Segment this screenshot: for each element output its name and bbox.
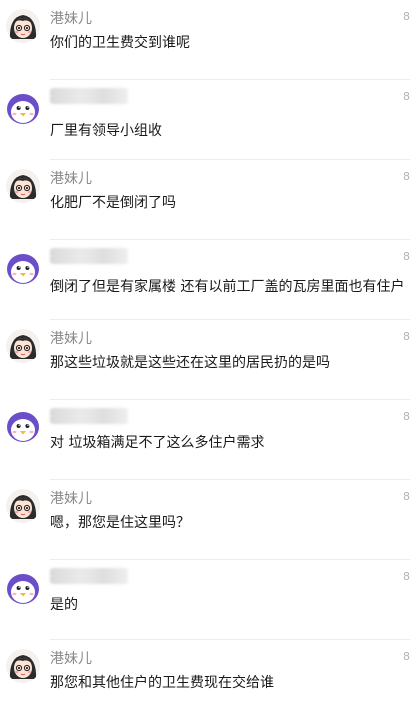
comment-date: 8 [403, 650, 410, 663]
girl-avatar-icon[interactable] [6, 9, 40, 43]
comment-text: 厂里有领导小组收 [50, 123, 162, 139]
user-name[interactable]: 港妹儿 [50, 8, 92, 28]
comment-item: 8 倒闭了但是有家属楼 还有以前工厂盖的瓦房里面也有住户 [0, 240, 410, 320]
comment-date: 8 [403, 570, 410, 583]
comment-text: 那您和其他住户的卫生费现在交给谁 [50, 675, 274, 691]
penguin-avatar-icon[interactable] [6, 570, 40, 604]
user-name[interactable]: 港妹儿 [50, 648, 92, 668]
comment-date: 8 [403, 330, 410, 343]
comment-item: 8 是的 [0, 560, 410, 640]
comment-date: 8 [403, 250, 410, 263]
comment-text: 倒闭了但是有家属楼 还有以前工厂盖的瓦房里面也有住户 [50, 279, 405, 295]
comment-item: 8 厂里有领导小组收 [0, 80, 410, 160]
comment-text: 你们的卫生费交到谁呢 [50, 35, 190, 51]
comment-item: 港妹儿 8 化肥厂不是倒闭了吗 [0, 160, 410, 240]
user-name-blurred[interactable] [50, 408, 128, 424]
girl-avatar-icon[interactable] [6, 649, 40, 683]
penguin-avatar-icon[interactable] [6, 408, 40, 442]
comment-text: 是的 [50, 597, 78, 613]
user-name[interactable]: 港妹儿 [50, 328, 92, 348]
comment-item: 港妹儿 8 那您和其他住户的卫生费现在交给谁 [0, 640, 410, 720]
user-name-blurred[interactable] [50, 248, 128, 264]
comment-date: 8 [403, 90, 410, 103]
comment-text: 对 垃圾箱满足不了这么多住户需求 [50, 435, 265, 451]
comment-date: 8 [403, 170, 410, 183]
comment-text: 化肥厂不是倒闭了吗 [50, 195, 176, 211]
penguin-avatar-icon[interactable] [6, 250, 40, 284]
user-name-blurred[interactable] [50, 568, 128, 584]
comment-text: 嗯，那您是住这里吗？ [50, 515, 190, 531]
comment-date: 8 [403, 490, 410, 503]
comment-item: 港妹儿 8 你们的卫生费交到谁呢 [0, 0, 410, 80]
comment-date: 8 [403, 410, 410, 423]
user-name-blurred[interactable] [50, 88, 128, 104]
comment-text: 那这些垃圾就是这些还在这里的居民扔的是吗 [50, 355, 330, 371]
comment-item: 港妹儿 8 嗯，那您是住这里吗？ [0, 480, 410, 560]
comment-item: 港妹儿 8 那这些垃圾就是这些还在这里的居民扔的是吗 [0, 320, 410, 400]
girl-avatar-icon[interactable] [6, 169, 40, 203]
girl-avatar-icon[interactable] [6, 489, 40, 523]
comment-date: 8 [403, 10, 410, 23]
comment-item: 8 对 垃圾箱满足不了这么多住户需求 [0, 400, 410, 480]
penguin-avatar-icon[interactable] [6, 90, 40, 124]
girl-avatar-icon[interactable] [6, 329, 40, 363]
user-name[interactable]: 港妹儿 [50, 168, 92, 188]
user-name[interactable]: 港妹儿 [50, 488, 92, 508]
